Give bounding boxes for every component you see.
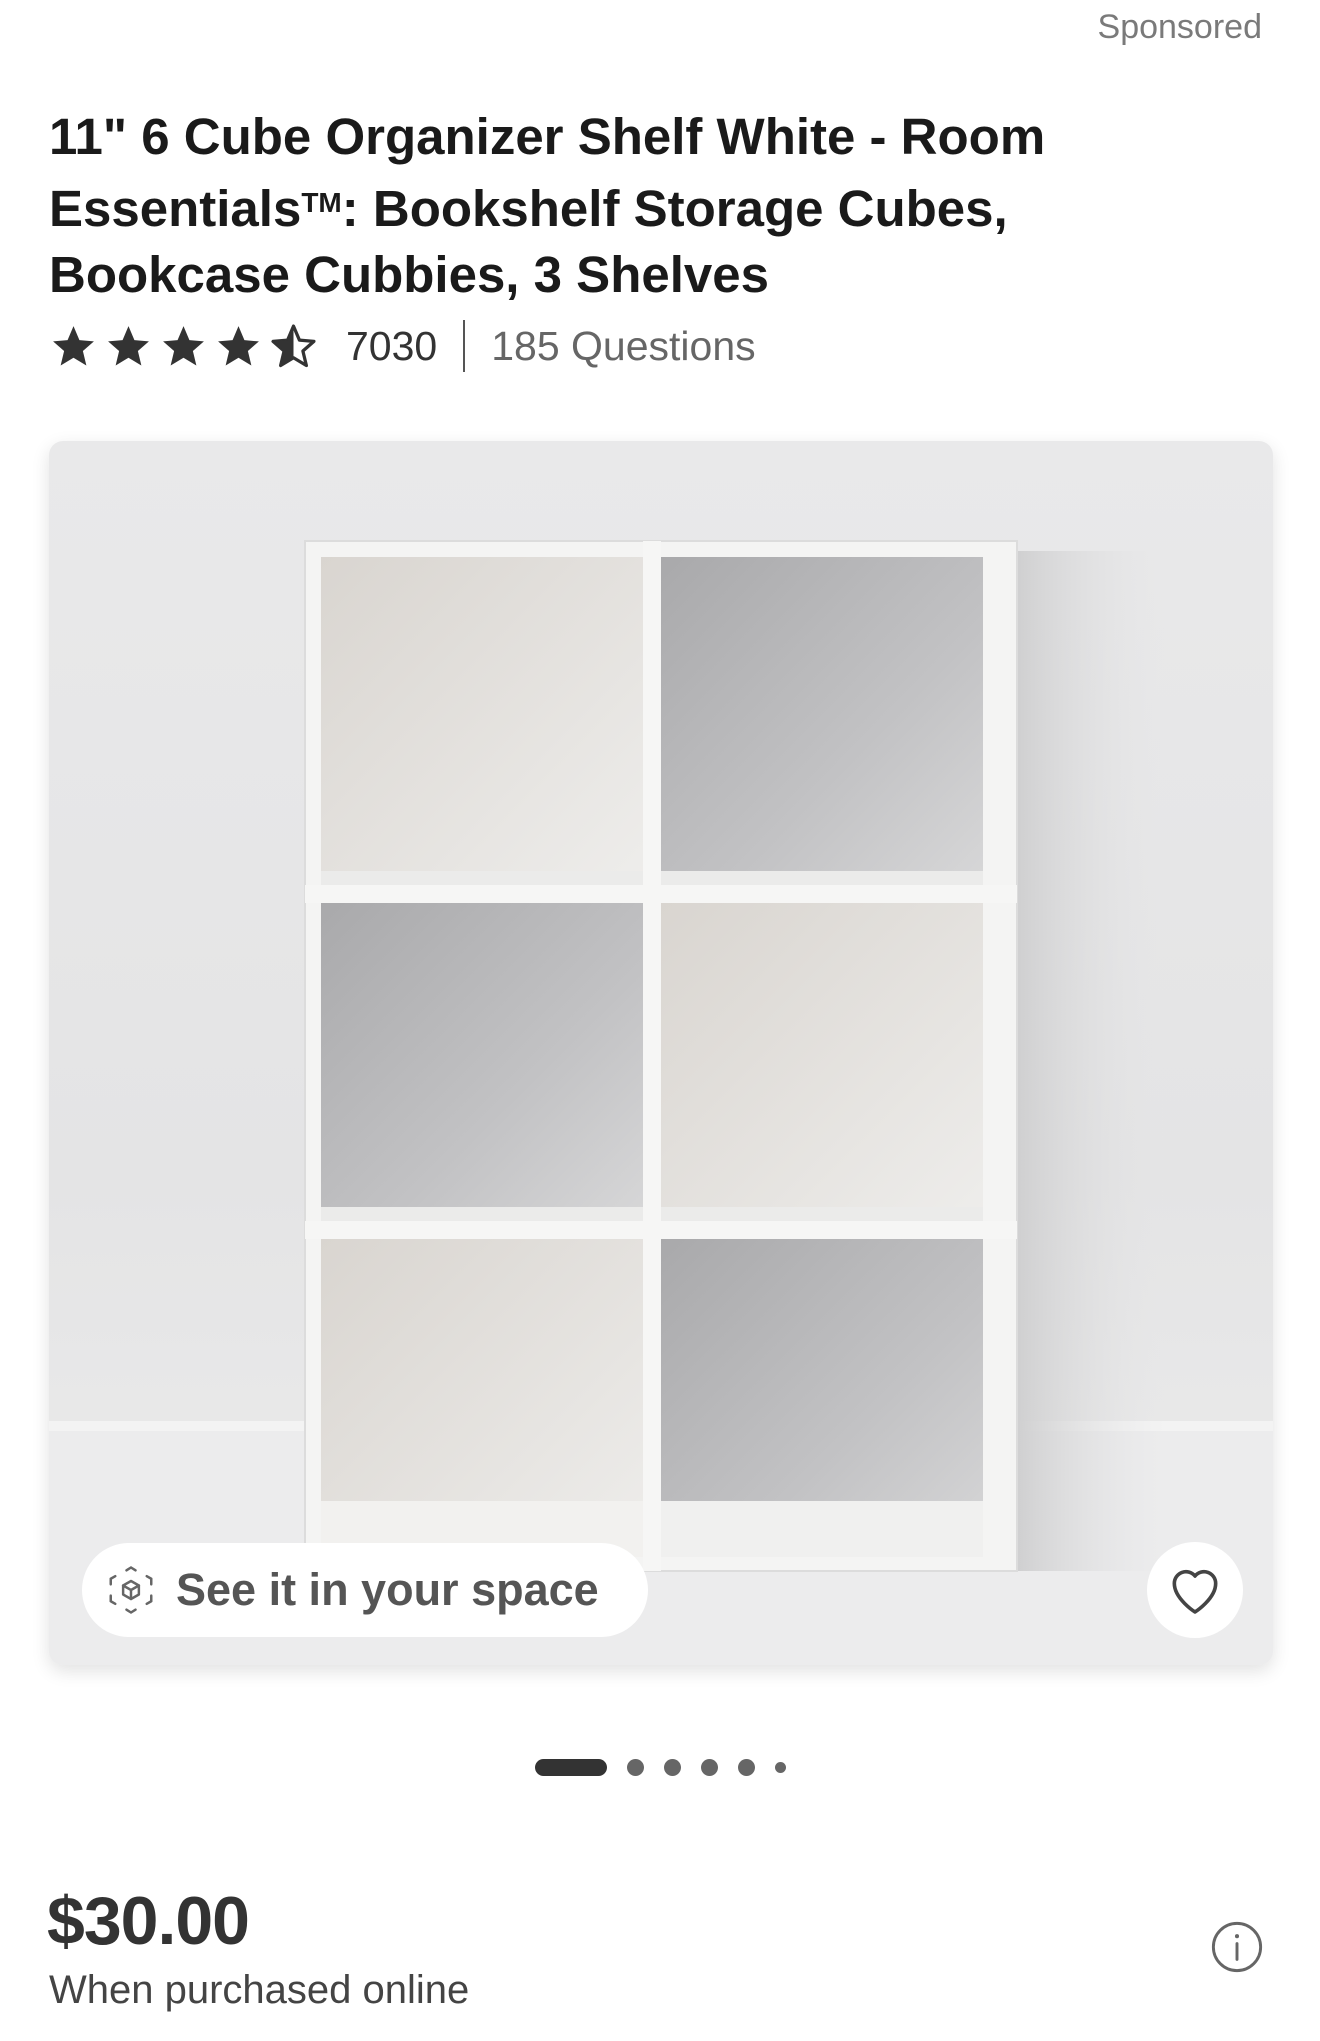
star-full-icon — [53, 325, 94, 365]
price: $30.00 — [47, 1883, 250, 1959]
carousel-dot[interactable] — [663, 1758, 681, 1776]
price-note: When purchased online — [49, 1968, 470, 2012]
carousel-dot[interactable] — [737, 1758, 755, 1776]
sponsored-label: Sponsored — [1097, 8, 1262, 46]
carousel-dot-active[interactable] — [534, 1758, 607, 1776]
trademark-symbol: TM — [301, 187, 342, 218]
star-rating[interactable] — [49, 322, 318, 371]
divider — [463, 320, 466, 372]
questions-link[interactable]: 185 Questions — [491, 323, 755, 370]
star-full-icon — [218, 325, 259, 365]
product-title: 11" 6 Cube Organizer Shelf White - Room … — [49, 104, 1209, 308]
carousel-dot[interactable] — [626, 1758, 644, 1776]
star-half-icon — [271, 323, 316, 367]
product-image-gallery[interactable]: See it in your space — [49, 441, 1273, 1665]
favorite-button[interactable] — [1147, 1542, 1243, 1638]
heart-icon — [1172, 1569, 1218, 1614]
carousel-dot[interactable] — [774, 1761, 786, 1773]
rating-row[interactable]: 7030 185 Questions — [49, 318, 756, 374]
star-full-icon — [108, 325, 149, 365]
see-in-space-label: See it in your space — [176, 1564, 599, 1615]
star-full-icon — [163, 325, 204, 365]
carousel-indicator[interactable] — [0, 1757, 1320, 1777]
product-image — [49, 540, 1273, 1665]
info-icon[interactable] — [1210, 1920, 1264, 1974]
see-in-space-button[interactable]: See it in your space — [82, 1543, 648, 1637]
rating-count[interactable]: 7030 — [346, 323, 437, 370]
carousel-dot[interactable] — [700, 1758, 718, 1776]
ar-cube-icon — [109, 1566, 153, 1614]
